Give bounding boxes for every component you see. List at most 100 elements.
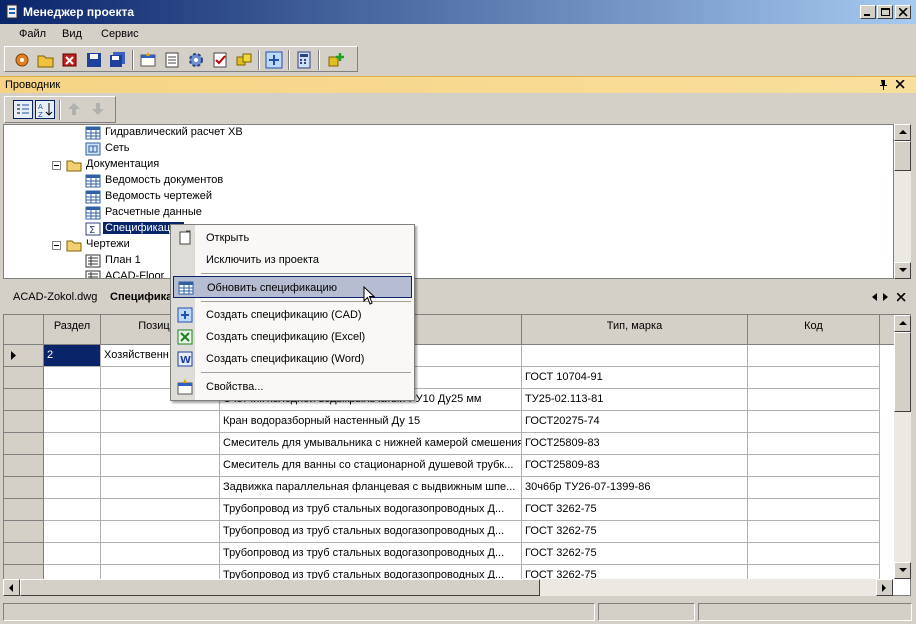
- document-list-icon[interactable]: [163, 51, 181, 69]
- row-header[interactable]: [4, 367, 44, 389]
- move-down-icon[interactable]: [91, 102, 105, 116]
- menu-item-create-excel[interactable]: Создать спецификацию (Excel): [173, 326, 412, 348]
- tree-scrollbar[interactable]: [894, 124, 911, 279]
- grid-cell-name[interactable]: Трубопровод из труб стальных водогазопро…: [220, 543, 522, 565]
- categorized-view-icon[interactable]: [13, 100, 33, 119]
- grid-cell-section[interactable]: [44, 389, 101, 411]
- column-header[interactable]: Тип, марка: [522, 315, 748, 345]
- new-project-icon[interactable]: [13, 51, 31, 69]
- tab-acad-zokol[interactable]: ACAD-Zokol.dwg: [13, 291, 97, 303]
- grid-cell-code[interactable]: [748, 345, 880, 367]
- save-all-icon[interactable]: [109, 51, 127, 69]
- grid-cell-section[interactable]: [44, 411, 101, 433]
- row-header[interactable]: [4, 455, 44, 477]
- scroll-left-button[interactable]: [3, 579, 20, 596]
- grid-cell-section[interactable]: [44, 433, 101, 455]
- grid-cell-code[interactable]: [748, 543, 880, 565]
- menu-view[interactable]: Вид: [62, 28, 82, 40]
- grid-cell-type[interactable]: ГОСТ 3262-75: [522, 521, 748, 543]
- grid-cell-type[interactable]: [522, 345, 748, 367]
- scroll-up-button[interactable]: [894, 315, 911, 332]
- grid-cell-type[interactable]: ГОСТ25809-83: [522, 455, 748, 477]
- row-header[interactable]: [4, 543, 44, 565]
- close-button[interactable]: [895, 5, 911, 19]
- grid-cell-name[interactable]: Смеситель для ванны со стационарной душе…: [220, 455, 522, 477]
- row-header[interactable]: [4, 521, 44, 543]
- menu-file[interactable]: Файл: [19, 28, 46, 40]
- menu-service[interactable]: Сервис: [101, 28, 139, 40]
- grid-cell-name[interactable]: Задвижка параллельная фланцевая с выдвиж…: [220, 477, 522, 499]
- grid-cell-name[interactable]: Трубопровод из труб стальных водогазопро…: [220, 521, 522, 543]
- row-header[interactable]: [4, 345, 44, 367]
- tab-left-icon[interactable]: [872, 293, 878, 301]
- row-header[interactable]: [4, 389, 44, 411]
- grid-cell-section[interactable]: [44, 455, 101, 477]
- hscroll-thumb[interactable]: [20, 579, 540, 596]
- scroll-thumb[interactable]: [894, 141, 911, 171]
- grid-cell-type[interactable]: ТУ25-02.113-81: [522, 389, 748, 411]
- row-header[interactable]: [4, 477, 44, 499]
- menu-item-create-word[interactable]: W Создать спецификацию (Word): [173, 348, 412, 370]
- grid-cell-position[interactable]: [101, 433, 220, 455]
- settings-gear-icon[interactable]: [187, 51, 205, 69]
- open-folder-icon[interactable]: [37, 51, 55, 69]
- pin-icon[interactable]: [878, 79, 888, 91]
- explorer-close-icon[interactable]: [896, 80, 905, 89]
- menu-item-open[interactable]: Открыть: [173, 227, 412, 249]
- row-header[interactable]: [4, 433, 44, 455]
- minimize-button[interactable]: [860, 5, 876, 19]
- add-component-icon[interactable]: [327, 51, 345, 69]
- grid-cell-section[interactable]: [44, 477, 101, 499]
- grid-cell-code[interactable]: [748, 455, 880, 477]
- maximize-button[interactable]: [877, 5, 893, 19]
- scroll-down-button[interactable]: [894, 562, 911, 579]
- scroll-down-button[interactable]: [894, 262, 911, 279]
- calculator-icon[interactable]: [295, 51, 313, 69]
- grid-cell-type[interactable]: ГОСТ 10704-91: [522, 367, 748, 389]
- move-up-icon[interactable]: [67, 102, 81, 116]
- menu-item-create-cad[interactable]: Создать спецификацию (CAD): [173, 304, 412, 326]
- scroll-right-button[interactable]: [876, 579, 893, 596]
- grid-scrollbar[interactable]: [894, 315, 911, 579]
- grid-cell-position[interactable]: [101, 499, 220, 521]
- close-project-icon[interactable]: [61, 51, 79, 69]
- grid-cell-code[interactable]: [748, 499, 880, 521]
- column-header[interactable]: Код: [748, 315, 880, 345]
- grid-cell-position[interactable]: [101, 455, 220, 477]
- grid-cell-name[interactable]: Трубопровод из труб стальных водогазопро…: [220, 499, 522, 521]
- grid-cell-type[interactable]: ГОСТ20275-74: [522, 411, 748, 433]
- collapse-toggle[interactable]: [52, 241, 61, 250]
- tab-close-icon[interactable]: [897, 293, 906, 302]
- grid-cell-section[interactable]: 2: [44, 345, 101, 367]
- grid-cell-type[interactable]: ГОСТ 3262-75: [522, 499, 748, 521]
- collapse-toggle[interactable]: [52, 161, 61, 170]
- grid-cell-position[interactable]: [101, 411, 220, 433]
- grid-cell-position[interactable]: [101, 521, 220, 543]
- column-header[interactable]: Раздел: [44, 315, 101, 345]
- grid-hscrollbar[interactable]: [3, 579, 893, 596]
- grid-cell-section[interactable]: [44, 499, 101, 521]
- menu-item-properties[interactable]: Свойства...: [173, 376, 412, 398]
- grid-cell-type[interactable]: 30ч6бр ТУ26-07-1399-86: [522, 477, 748, 499]
- scroll-thumb[interactable]: [894, 332, 911, 412]
- grid-cell-position[interactable]: [101, 477, 220, 499]
- grid-cell-code[interactable]: [748, 367, 880, 389]
- tab-right-icon[interactable]: [883, 293, 889, 301]
- scroll-up-button[interactable]: [894, 124, 911, 141]
- grid-cell-name[interactable]: Смеситель для умывальника с нижней камер…: [220, 433, 522, 455]
- sort-alphabetical-icon[interactable]: AZ: [35, 100, 55, 119]
- grid-cell-code[interactable]: [748, 411, 880, 433]
- row-header[interactable]: [4, 411, 44, 433]
- grid-cell-type[interactable]: ГОСТ 3262-75: [522, 543, 748, 565]
- properties-icon[interactable]: [139, 51, 157, 69]
- grid-cell-position[interactable]: [101, 543, 220, 565]
- grid-cell-code[interactable]: [748, 521, 880, 543]
- grid-cell-section[interactable]: [44, 543, 101, 565]
- save-icon[interactable]: [85, 51, 103, 69]
- grid-cell-code[interactable]: [748, 433, 880, 455]
- menu-item-exclude[interactable]: Исключить из проекта: [173, 249, 412, 271]
- row-header[interactable]: [4, 499, 44, 521]
- network-icon[interactable]: [265, 51, 283, 69]
- grid-cell-type[interactable]: ГОСТ25809-83: [522, 433, 748, 455]
- grid-cell-section[interactable]: [44, 521, 101, 543]
